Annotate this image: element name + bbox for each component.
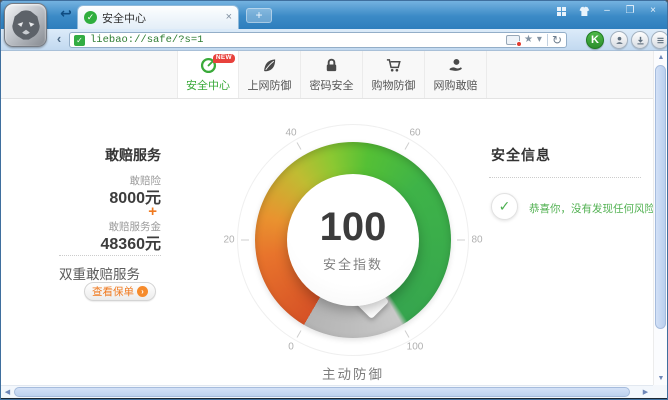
skin-theme-button[interactable]: [574, 4, 594, 18]
refresh-icon[interactable]: ↻: [552, 34, 562, 46]
url-safety-badge: ✓: [74, 35, 85, 46]
gauge-tick-label: 0: [288, 342, 294, 353]
view-policy-button[interactable]: 查看保单 ›: [84, 282, 156, 301]
tab-shopping-defense[interactable]: 购物防御: [363, 51, 425, 98]
divider: [547, 34, 548, 46]
vertical-scrollbar[interactable]: ▲ ▼: [653, 51, 667, 385]
url-text: liebao://safe/?s=1: [90, 34, 502, 46]
notification-dot: [516, 41, 522, 47]
claims-panel: 敢赔服务 敢赔险 8000元 + 敢赔服务金 48360元 双重敢赔服务 查看保…: [59, 99, 161, 339]
new-badge: NEW: [213, 54, 235, 63]
gauge-tick-label: 80: [471, 235, 482, 246]
download-button[interactable]: [631, 31, 649, 49]
browser-tab[interactable]: ✓ 安全中心 ×: [77, 5, 239, 29]
gauge-tick-mark: [241, 240, 249, 241]
dotted-divider: [59, 255, 161, 256]
tab-close-icon[interactable]: ×: [226, 12, 232, 23]
no-risk-message: 恭喜你，没有发现任何风险: [529, 201, 655, 216]
browser-tab-title: 安全中心: [102, 10, 221, 26]
chevron-down-icon[interactable]: ▾: [537, 35, 542, 45]
tab-label: 密码安全: [310, 77, 354, 93]
user-icon: [614, 35, 625, 46]
address-bar[interactable]: ✓ liebao://safe/?s=1 ★ ▾ ↻: [69, 32, 567, 48]
tab-label: 上网防御: [248, 77, 292, 93]
leopard-head-icon: [9, 8, 43, 42]
safe-page-icon: ✓: [84, 11, 97, 24]
lock-icon: [323, 57, 340, 74]
bookmark-star-icon[interactable]: ★: [524, 35, 533, 45]
security-index-label: 安全指数: [323, 254, 383, 273]
tab-label: 网购敢赔: [434, 77, 478, 93]
download-icon: [635, 35, 646, 46]
menu-icon: [655, 35, 666, 46]
security-suite-button[interactable]: K: [586, 31, 604, 49]
back-curve-icon[interactable]: ↩: [58, 5, 74, 21]
tab-label: 购物防御: [372, 77, 416, 93]
gauge-tick-label: 100: [407, 342, 424, 353]
grid-icon: [557, 7, 566, 16]
apps-grid-icon[interactable]: [551, 4, 571, 18]
claims-title: 敢赔服务: [105, 145, 161, 165]
gauge-bubble: 100 安全指数: [287, 174, 419, 306]
double-service-label: 双重敢赔服务: [59, 263, 169, 283]
check-circle-icon: ✓: [491, 193, 518, 220]
security-info-title: 安全信息: [491, 145, 551, 165]
tab-label: 安全中心: [186, 77, 230, 93]
shirt-icon: [578, 6, 590, 17]
minimize-button[interactable]: –: [597, 4, 617, 18]
plus-sign: +: [148, 203, 157, 220]
liebao-logo[interactable]: [4, 3, 47, 47]
security-index-value: 100: [320, 207, 387, 247]
browser-window: ↩ ✓ 安全中心 × + – ❐ × ‹: [0, 0, 668, 400]
user-account-button[interactable]: [610, 31, 628, 49]
gauge-tick-label: 40: [285, 127, 296, 138]
tab-web-defense[interactable]: 上网防御: [239, 51, 301, 98]
arrow-right-icon: ›: [137, 286, 148, 297]
dotted-divider: [489, 177, 641, 178]
scrollbar-corner: [653, 385, 668, 398]
scroll-up-arrow[interactable]: ▲: [654, 51, 668, 64]
close-button[interactable]: ×: [643, 4, 663, 18]
gauge-tick-label: 60: [409, 127, 420, 138]
maximize-button[interactable]: ❐: [620, 4, 640, 18]
feature-tab-strip: NEW 安全中心 上网防御 密码安全: [1, 51, 667, 99]
title-bar: ↩ ✓ 安全中心 × + – ❐ ×: [1, 1, 667, 29]
hand-coin-icon: [447, 57, 464, 74]
cart-icon: [385, 57, 402, 74]
horizontal-scrollbar[interactable]: ◀ ▶: [1, 385, 653, 398]
gauge-tick-label: 20: [223, 235, 234, 246]
back-button[interactable]: ‹: [51, 31, 67, 48]
menu-button[interactable]: [651, 31, 668, 49]
scroll-down-arrow[interactable]: ▼: [654, 372, 668, 385]
gauge-tick-mark: [457, 240, 465, 241]
new-tab-button[interactable]: +: [246, 8, 272, 23]
active-defense-caption: 主动防御: [218, 363, 488, 383]
tab-security-center[interactable]: NEW 安全中心: [177, 51, 239, 98]
leaf-icon: [261, 57, 278, 74]
gauge: 100 安全指数 0 20 40 60 80 100: [218, 105, 488, 375]
tab-shopping-compensation[interactable]: 网购敢赔: [425, 51, 487, 98]
page-content: 敢赔服务 敢赔险 8000元 + 敢赔服务金 48360元 双重敢赔服务 查看保…: [1, 99, 667, 385]
horizontal-scroll-thumb[interactable]: [14, 387, 630, 397]
screenshot-icon[interactable]: [506, 35, 520, 45]
tab-password-security[interactable]: 密码安全: [301, 51, 363, 98]
address-toolbar: ‹ ✓ liebao://safe/?s=1 ★ ▾ ↻ K: [1, 29, 667, 51]
fund-value: 48360元: [101, 230, 162, 254]
vertical-scroll-thumb[interactable]: [655, 65, 666, 329]
view-policy-label: 查看保单: [92, 284, 134, 299]
